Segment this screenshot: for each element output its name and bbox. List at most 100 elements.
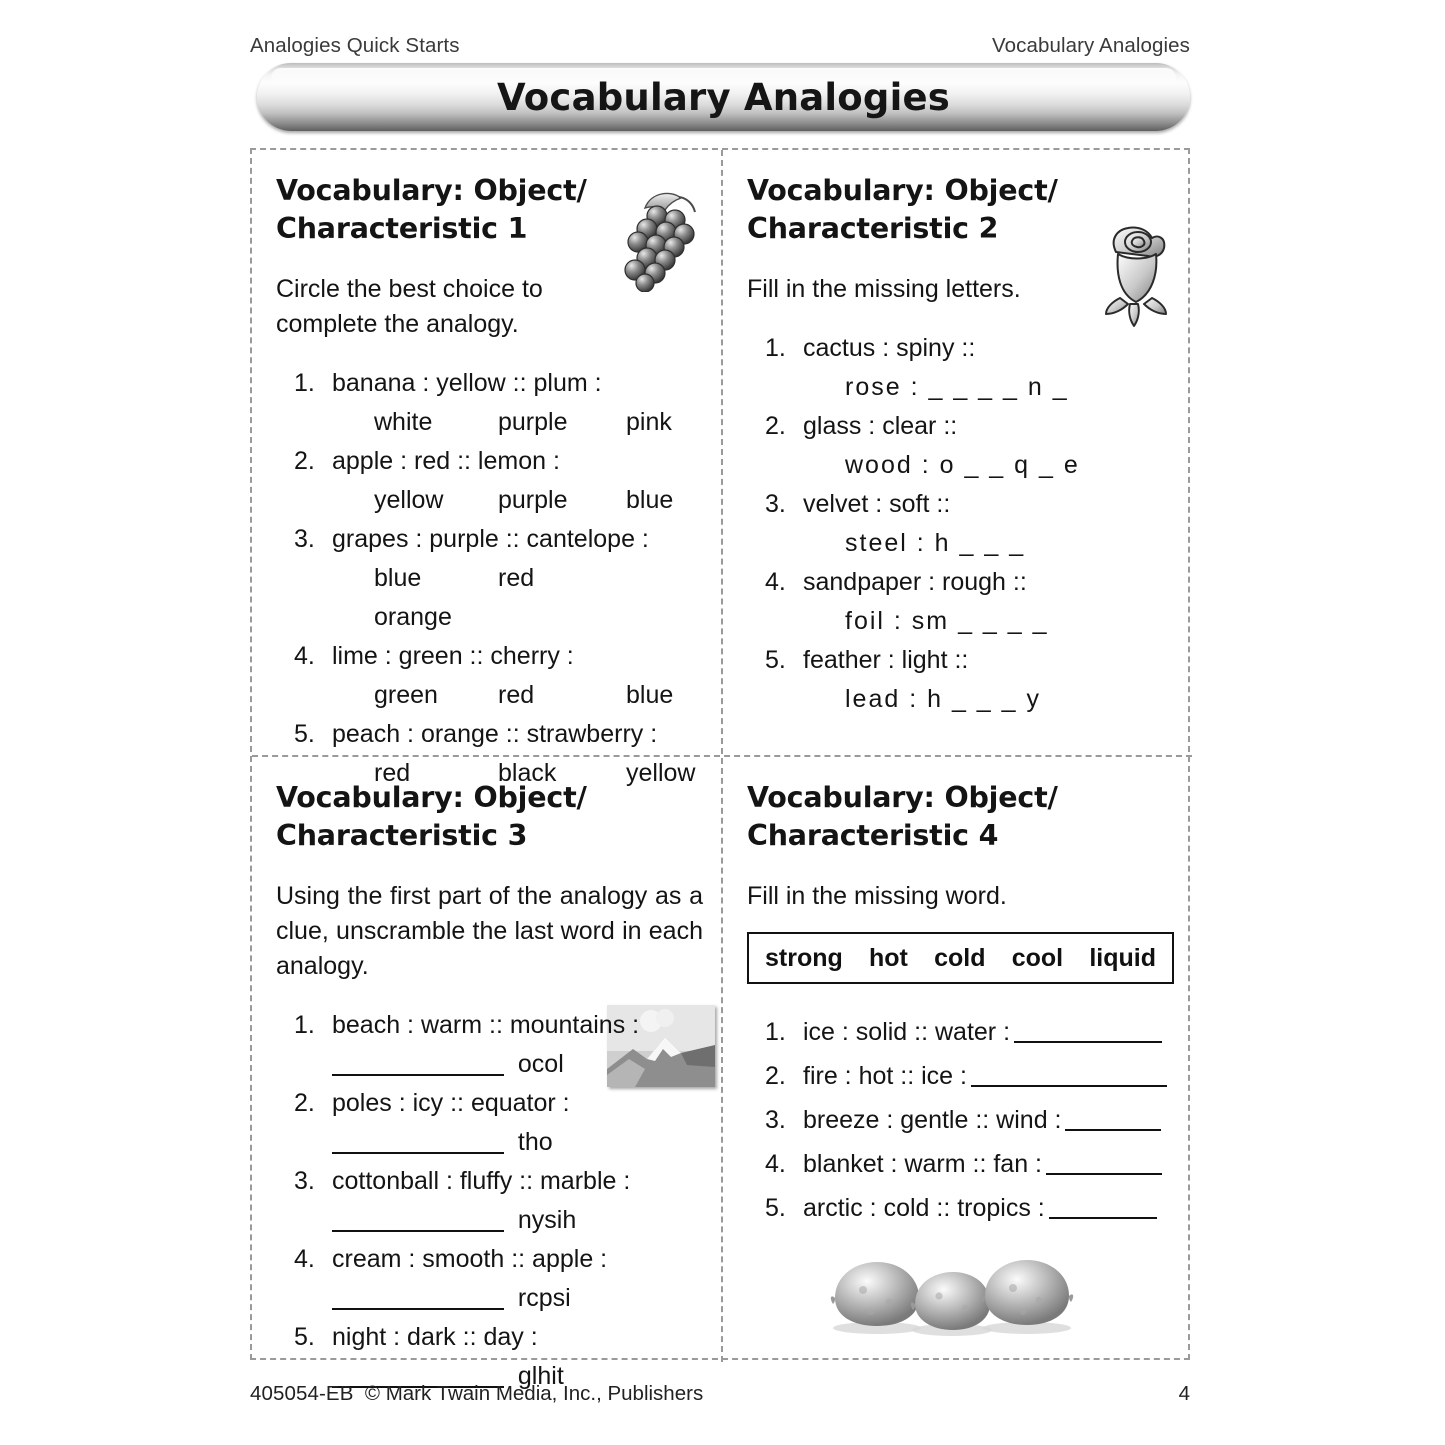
item-number: 5. — [294, 1323, 315, 1351]
choice-option[interactable]: pink — [626, 403, 672, 442]
list-item: 2. apple : red :: lemon : yellow purple bl… — [276, 442, 703, 520]
choice-option[interactable]: blue — [626, 676, 673, 715]
scrambled-word: nysih — [517, 1206, 577, 1234]
heading-line-2: Characteristic 2 — [747, 212, 999, 245]
item-number: 2. — [294, 1089, 315, 1117]
footer-left: 405054-EB © Mark Twain Media, Inc., Publ… — [250, 1382, 703, 1406]
item-prompt: cottonball : fluffy :: marble : — [332, 1167, 631, 1195]
choice-option[interactable]: blue — [374, 559, 498, 598]
item-number: 4. — [294, 1245, 315, 1273]
choice-option[interactable]: red — [498, 559, 626, 598]
item-answer-blank[interactable]: lead : h _ _ _ y — [803, 680, 1174, 719]
section-4-instruction: Fill in the missing word. — [747, 882, 1007, 910]
answer-blank-line[interactable] — [332, 1047, 504, 1076]
answer-blank-line[interactable] — [332, 1281, 504, 1310]
answer-blank-line[interactable] — [1014, 1017, 1163, 1043]
heading-line-1: Vocabulary: Object/ — [276, 174, 587, 207]
item-number: 2. — [294, 447, 315, 475]
word-bank-word[interactable]: cool — [1012, 944, 1063, 973]
item-prompt: apple : red :: lemon : — [332, 447, 560, 475]
item-number: 4. — [294, 642, 315, 670]
section-2-item-list: 1. cactus : spiny :: rose : _ _ _ _ n _ … — [747, 329, 1174, 719]
list-item: 4. sandpaper : rough :: foil : sm _ _ _ … — [747, 563, 1174, 641]
answer-blank-line[interactable] — [1046, 1149, 1162, 1175]
list-item: 2. fire : hot :: ice : — [747, 1054, 1174, 1098]
item-number: 4. — [765, 1150, 786, 1178]
item-number: 2. — [765, 1062, 786, 1090]
section-3-item-list: 1. beach : warm :: mountains : ocol 2. p… — [276, 1006, 703, 1396]
scrambled-word: tho — [517, 1128, 553, 1156]
item-answer-row: rcpsi — [332, 1279, 703, 1318]
answer-blank-line[interactable] — [332, 1203, 504, 1232]
item-answer-row: nysih — [332, 1201, 703, 1240]
choice-option[interactable]: white — [374, 403, 498, 442]
word-bank-word[interactable]: strong — [765, 944, 843, 973]
page-number: 4 — [1178, 1382, 1190, 1405]
item-prompt: breeze : gentle :: wind : — [803, 1106, 1062, 1134]
item-number: 3. — [765, 490, 786, 518]
section-4-heading: Vocabulary: Object/ Characteristic 4 — [747, 779, 1174, 855]
item-number: 5. — [765, 1194, 786, 1222]
list-item: 3. grapes : purple :: cantelope : blue re… — [276, 520, 703, 637]
section-1-heading: Vocabulary: Object/ Characteristic 1 — [276, 172, 703, 248]
word-bank-word[interactable]: hot — [869, 944, 908, 973]
choice-option[interactable]: purple — [498, 403, 626, 442]
heading-line-1: Vocabulary: Object/ — [276, 781, 587, 814]
list-item: 1. ice : solid :: water : — [747, 1010, 1174, 1054]
item-prompt: blanket : warm :: fan : — [803, 1150, 1042, 1178]
choice-option[interactable]: red — [498, 676, 626, 715]
choice-option[interactable]: yellow — [374, 481, 498, 520]
item-answer-blank[interactable]: rose : _ _ _ _ n _ — [803, 368, 1174, 407]
list-item: 1. cactus : spiny :: rose : _ _ _ _ n _ — [747, 329, 1174, 407]
heading-line-2: Characteristic 4 — [747, 819, 999, 852]
choice-option[interactable]: purple — [498, 481, 626, 520]
worksheet-page: Analogies Quick Starts Vocabulary Analog… — [0, 0, 1445, 1445]
page-title: Vocabulary Analogies — [497, 75, 950, 119]
item-prompt: ice : solid :: water : — [803, 1018, 1011, 1046]
item-answer-blank[interactable]: steel : h _ _ _ — [803, 524, 1174, 563]
choice-option[interactable]: orange — [374, 598, 452, 637]
footer-product-code: 405054-EB — [250, 1382, 354, 1405]
section-3: Vocabulary: Object/ Characteristic 3 Usi… — [252, 757, 721, 1390]
list-item: 2. poles : icy :: equator : tho — [276, 1084, 703, 1162]
item-answer-blank[interactable]: wood : o _ _ q _ e — [803, 446, 1174, 485]
heading-line-1: Vocabulary: Object/ — [747, 781, 1058, 814]
item-prompt: velvet : soft :: — [803, 490, 951, 518]
item-answer-blank[interactable]: foil : sm _ _ _ _ — [803, 602, 1174, 641]
choice-option[interactable]: blue — [626, 481, 673, 520]
item-number: 3. — [294, 1167, 315, 1195]
list-item: 2. glass : clear :: wood : o _ _ q _ e — [747, 407, 1174, 485]
answer-blank-line[interactable] — [1065, 1105, 1162, 1131]
list-item: 4. lime : green :: cherry : green red blue — [276, 637, 703, 715]
answer-blank-line[interactable] — [1048, 1193, 1157, 1219]
section-2: Vocabulary: Object/ Characteristic 2 Fil… — [723, 150, 1192, 755]
answer-blank-line[interactable] — [970, 1061, 1167, 1087]
item-number: 4. — [765, 568, 786, 596]
running-head-left: Analogies Quick Starts — [250, 34, 460, 57]
item-number: 5. — [765, 646, 786, 674]
word-bank-word[interactable]: liquid — [1089, 944, 1156, 973]
list-item: 5. arctic : cold :: tropics : — [747, 1186, 1174, 1230]
stones-icon — [830, 1260, 1074, 1336]
item-prompt: lime : green :: cherry : — [332, 642, 574, 670]
title-banner: Vocabulary Analogies — [257, 63, 1190, 131]
word-bank-word[interactable]: cold — [934, 944, 985, 973]
item-number: 2. — [765, 412, 786, 440]
item-number: 5. — [294, 720, 315, 748]
answer-blank-line[interactable] — [332, 1125, 504, 1154]
list-item: 3. velvet : soft :: steel : h _ _ _ — [747, 485, 1174, 563]
item-prompt: glass : clear :: — [803, 412, 958, 440]
section-4-item-list: 1. ice : solid :: water : 2. fire : hot … — [747, 1010, 1174, 1230]
activity-grid: Vocabulary: Object/ Characteristic 1 Cir… — [250, 148, 1192, 1390]
choice-option[interactable]: green — [374, 676, 498, 715]
item-choices: yellow purple blue — [332, 481, 703, 520]
item-prompt: cactus : spiny :: — [803, 334, 976, 362]
word-bank: strong hot cold cool liquid — [747, 932, 1174, 984]
item-prompt: arctic : cold :: tropics : — [803, 1194, 1045, 1222]
item-number: 1. — [765, 1018, 786, 1046]
item-prompt: beach : warm :: mountains : — [332, 1011, 640, 1039]
item-choices: green red blue — [332, 676, 703, 715]
item-number: 1. — [765, 334, 786, 362]
item-prompt: cream : smooth :: apple : — [332, 1245, 608, 1273]
list-item: 1. banana : yellow :: plum : white purple… — [276, 364, 703, 442]
